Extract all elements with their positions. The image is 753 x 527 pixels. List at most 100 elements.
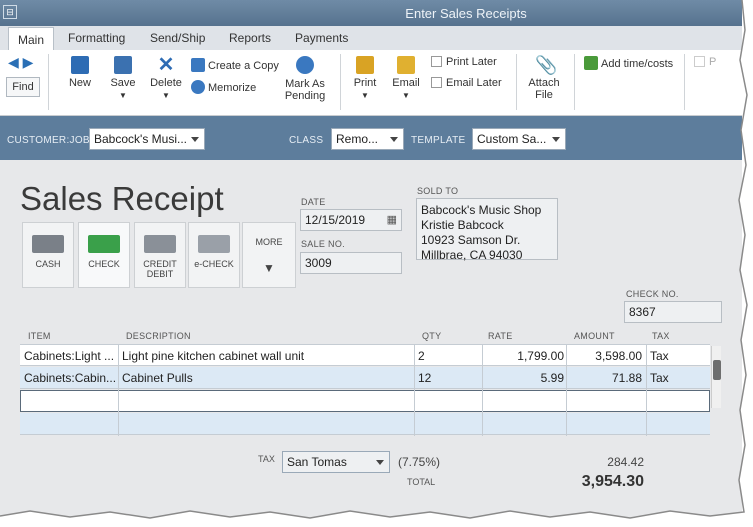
tab-payments[interactable]: Payments	[295, 31, 348, 45]
chevron-down-icon: ▼	[162, 91, 170, 100]
print-label: Print	[353, 77, 377, 89]
table-header: ITEM DESCRIPTION QTY RATE AMOUNT TAX	[20, 328, 710, 344]
customer-bar: CUSTOMER:JOB Babcock's Musi... CLASS Rem…	[0, 116, 742, 160]
table-row-empty[interactable]	[20, 390, 710, 412]
cell-qty[interactable]: 12	[418, 371, 431, 385]
email-later-label: Email Later	[446, 77, 502, 89]
sales-receipt-window: ⊟ Enter Sales Receipts Main Formatting S…	[0, 0, 742, 518]
save-disk-icon	[114, 56, 132, 74]
sold-to-line: Babcock's Music Shop	[421, 203, 542, 217]
copy-icon	[191, 58, 205, 72]
delete-button[interactable]: ✕ Delete ▼	[148, 54, 184, 101]
credit-card-icon	[144, 235, 176, 253]
save-label: Save	[110, 77, 136, 89]
header-item: ITEM	[28, 331, 51, 341]
check-no-field[interactable]: 8367	[624, 301, 722, 323]
memorize-button[interactable]: Memorize	[191, 80, 256, 94]
title-bar: ⊟ Enter Sales Receipts	[0, 0, 742, 26]
check-label: CHECK	[88, 259, 120, 269]
header-description: DESCRIPTION	[126, 331, 191, 341]
new-button[interactable]: New	[64, 56, 96, 89]
class-dropdown[interactable]: Remo...	[331, 128, 404, 150]
cell-rate[interactable]: 5.99	[484, 371, 564, 385]
chevron-down-icon: ▼	[263, 261, 275, 275]
print-button[interactable]: Print ▼	[350, 56, 380, 101]
email-later-checkbox[interactable]: Email Later	[431, 77, 502, 89]
print-later-label: Print Later	[446, 56, 497, 68]
save-button[interactable]: Save ▼	[106, 56, 140, 101]
table-row-empty[interactable]	[20, 413, 710, 435]
add-time-costs-label: Add time/costs	[601, 58, 674, 70]
cell-tax[interactable]: Tax	[650, 349, 669, 363]
date-label: DATE	[301, 197, 326, 207]
echeck-label: e-CHECK	[194, 259, 234, 269]
template-label: TEMPLATE	[411, 135, 466, 146]
cell-rate[interactable]: 1,799.00	[484, 349, 564, 363]
memorize-label: Memorize	[208, 82, 257, 94]
date-value: 12/15/2019	[305, 213, 366, 227]
attach-file-button[interactable]: 📎 Attach File	[525, 56, 563, 101]
envelope-icon	[397, 56, 415, 74]
tab-reports[interactable]: Reports	[229, 31, 271, 45]
payment-cash-button[interactable]: CASH	[22, 222, 74, 288]
template-dropdown[interactable]: Custom Sa...	[472, 128, 566, 150]
ribbon-toolbar: ◀ ▶ Find New Save ▼ ✕ Delete ▼ Create a Co…	[0, 50, 742, 116]
email-button[interactable]: Email ▼	[390, 56, 422, 101]
header-qty: QTY	[422, 331, 442, 341]
cell-amount[interactable]: 71.88	[568, 371, 642, 385]
partial-box[interactable]	[694, 56, 705, 67]
chevron-down-icon: ▼	[119, 91, 127, 100]
payment-echeck-button[interactable]: e-CHECK	[188, 222, 240, 288]
table-row[interactable]: Cabinets:Light ... Light pine kitchen ca…	[20, 344, 710, 366]
header-amount: AMOUNT	[574, 331, 615, 341]
more-payment-methods-button[interactable]: MORE ▼	[242, 222, 296, 288]
table-scrollbar[interactable]	[711, 346, 721, 408]
find-button[interactable]: Find	[6, 77, 40, 97]
cell-item[interactable]: Cabinets:Cabin...	[24, 371, 116, 385]
class-label: CLASS	[289, 135, 324, 146]
paperclip-icon: 📎	[535, 55, 558, 75]
cash-icon	[32, 235, 64, 253]
sold-to-line: Millbrae, CA 94030	[421, 248, 523, 262]
sales-receipt-form: Sales Receipt CASH CHECK CREDIT DEBIT e-…	[0, 160, 742, 518]
cell-description[interactable]: Cabinet Pulls	[122, 371, 193, 385]
echeck-icon	[198, 235, 230, 253]
delete-x-icon: ✕	[157, 54, 175, 76]
chevron-down-icon: ▼	[361, 91, 369, 100]
find-group: ◀ ▶ Find	[6, 54, 40, 97]
print-later-checkbox[interactable]: Print Later	[431, 56, 497, 68]
customer-job-dropdown[interactable]: Babcock's Musi...	[89, 128, 205, 150]
print-later-box[interactable]	[431, 56, 442, 67]
total-label: TOTAL	[407, 477, 436, 487]
partial-checkbox[interactable]: P	[694, 56, 716, 68]
sold-to-line: 10923 Samson Dr.	[421, 233, 521, 247]
email-later-box[interactable]	[431, 77, 442, 88]
cell-item[interactable]: Cabinets:Light ...	[24, 349, 116, 363]
scrollbar-thumb[interactable]	[713, 360, 721, 380]
cell-description[interactable]: Light pine kitchen cabinet wall unit	[122, 349, 304, 363]
tax-amount: 284.42	[607, 455, 644, 469]
add-time-costs-button[interactable]: Add time/costs	[584, 56, 673, 70]
sale-no-field[interactable]: 3009	[300, 252, 402, 274]
create-copy-button[interactable]: Create a Copy	[191, 58, 279, 72]
date-field[interactable]: 12/15/2019 ▦	[300, 209, 402, 231]
sold-to-line: Kristie Babcock	[421, 218, 504, 232]
payment-check-button[interactable]: CHECK	[78, 222, 130, 288]
email-label: Email	[392, 77, 420, 89]
sold-to-field[interactable]: Babcock's Music Shop Kristie Babcock 109…	[416, 198, 558, 262]
prev-next-arrows-icon[interactable]: ◀ ▶	[6, 54, 40, 71]
tab-main[interactable]: Main	[8, 27, 55, 51]
tax-label: TAX	[258, 454, 275, 464]
payment-credit-debit-button[interactable]: CREDIT DEBIT	[134, 222, 186, 288]
cell-tax[interactable]: Tax	[650, 371, 669, 385]
tab-send-ship[interactable]: Send/Ship	[150, 31, 205, 45]
cell-amount[interactable]: 3,598.00	[568, 349, 642, 363]
tab-formatting[interactable]: Formatting	[68, 31, 125, 45]
calendar-icon[interactable]: ▦	[387, 213, 397, 226]
tax-item-dropdown[interactable]: San Tomas	[282, 451, 390, 473]
table-row[interactable]: Cabinets:Cabin... Cabinet Pulls 12 5.99 …	[20, 367, 710, 389]
create-copy-label: Create a Copy	[208, 60, 279, 72]
cell-qty[interactable]: 2	[418, 349, 425, 363]
form-title: Sales Receipt	[20, 180, 224, 217]
mark-pending-button[interactable]: Mark As Pending	[282, 56, 328, 102]
